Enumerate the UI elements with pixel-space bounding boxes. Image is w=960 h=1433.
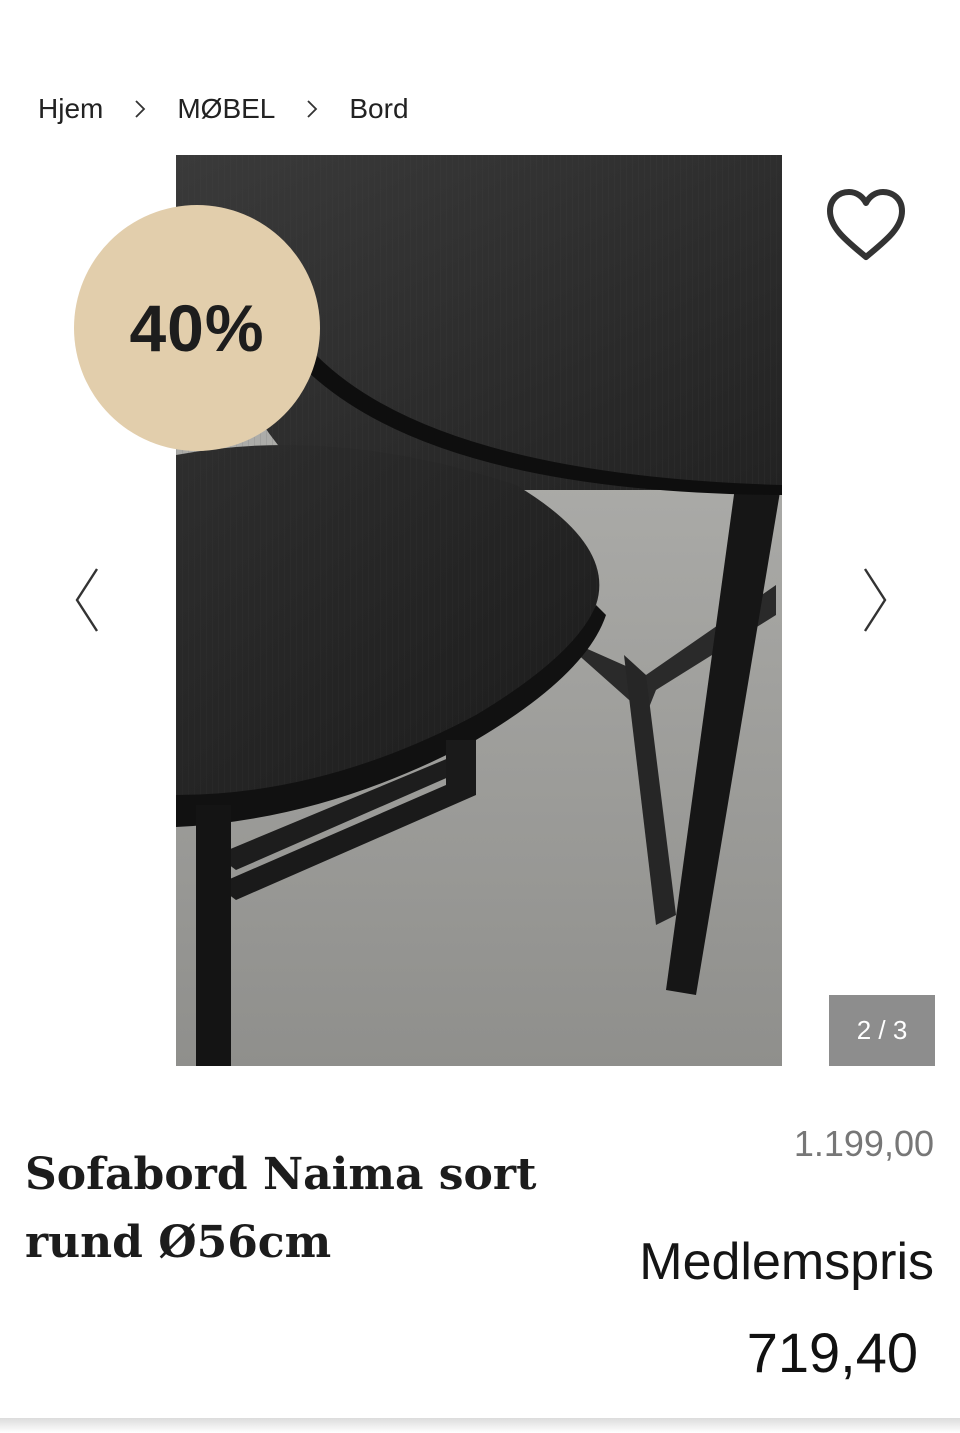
bottom-bar-shadow <box>0 1418 960 1433</box>
breadcrumb-bord[interactable]: Bord <box>349 93 408 125</box>
chevron-right-small-icon <box>305 98 319 120</box>
chevron-left-icon[interactable] <box>66 560 106 640</box>
old-price: 1.199,00 <box>793 1123 934 1164</box>
discount-badge: 40% <box>74 205 320 451</box>
breadcrumb-home[interactable]: Hjem <box>38 93 103 125</box>
member-price-label: Medlemspris <box>639 1233 934 1291</box>
member-price: 719,40 <box>746 1321 918 1384</box>
product-gallery: 40% 2 / 3 <box>0 155 960 1067</box>
product-title: Sofabord Naima sort rund Ø56cm <box>25 1149 537 1269</box>
breadcrumb: Hjem MØBEL Bord <box>38 88 409 130</box>
breadcrumb-mobel[interactable]: MØBEL <box>177 93 275 125</box>
image-counter: 2 / 3 <box>829 995 935 1066</box>
chevron-right-small-icon <box>133 98 147 120</box>
chevron-right-icon[interactable] <box>856 560 896 640</box>
heart-icon[interactable] <box>822 183 910 267</box>
